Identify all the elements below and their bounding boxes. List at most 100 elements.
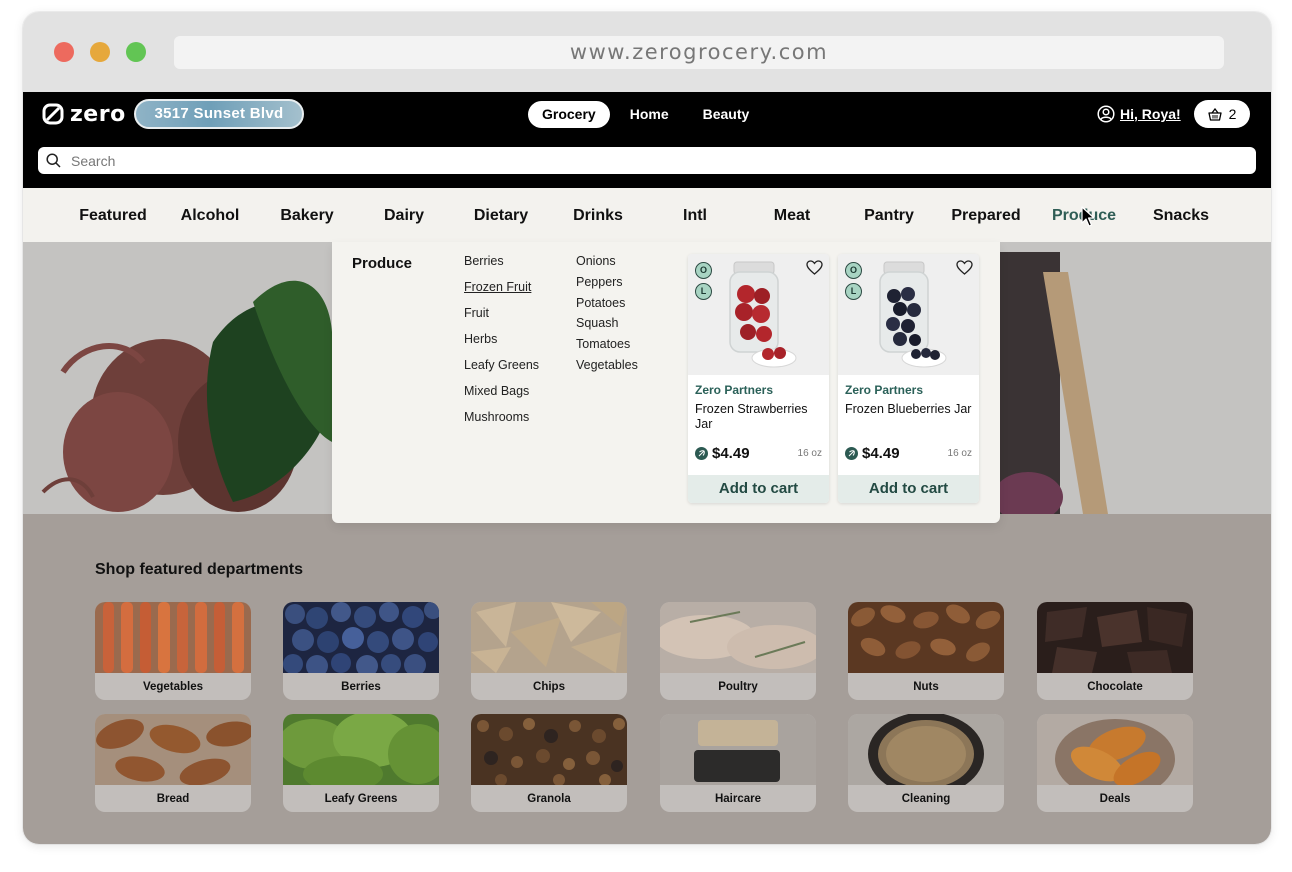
tab-grocery[interactable]: Grocery <box>528 101 610 128</box>
product-name[interactable]: Frozen Blueberries Jar <box>845 402 973 417</box>
delivery-address-button[interactable]: 3517 Sunset Blvd <box>134 99 304 129</box>
department-label: Vegetables <box>142 681 204 693</box>
tab-beauty[interactable]: Beauty <box>689 101 764 128</box>
product-price: $4.49 <box>712 445 750 462</box>
subcategory-tomatoes[interactable]: Tomatoes <box>576 337 638 358</box>
cart-count: 2 <box>1228 106 1237 122</box>
heart-icon[interactable] <box>806 260 823 275</box>
user-icon <box>1097 105 1115 123</box>
subcategory-frozen-fruit[interactable]: Frozen Fruit <box>464 280 539 306</box>
close-window-button[interactable] <box>54 42 74 62</box>
poultry-image <box>660 602 816 673</box>
haircare-image <box>660 714 816 785</box>
nav-meat[interactable]: Meat <box>774 188 810 242</box>
featured-departments-section: Shop featured departments Vegetables Ber… <box>23 514 1271 844</box>
department-card-nuts[interactable]: Nuts <box>848 602 1004 700</box>
subcategory-squash[interactable]: Squash <box>576 316 638 337</box>
search-input[interactable] <box>71 152 1221 169</box>
department-card-chips[interactable]: Chips <box>471 602 627 700</box>
product-card[interactable]: O L Zero Partners Frozen Blueberries Jar… <box>838 254 979 503</box>
deals-image <box>1037 714 1193 785</box>
organic-badge: O <box>845 262 862 279</box>
nav-featured[interactable]: Featured <box>79 188 147 242</box>
subcategory-vegetables[interactable]: Vegetables <box>576 358 638 379</box>
nav-drinks[interactable]: Drinks <box>573 188 623 242</box>
tab-home[interactable]: Home <box>616 101 683 128</box>
granola-image <box>471 714 627 785</box>
product-card[interactable]: O L Zero Partners Frozen Strawberries Ja… <box>688 254 829 503</box>
subcategory-column-2: Onions Peppers Potatoes Squash Tomatoes … <box>576 254 638 379</box>
department-label: Berries <box>341 681 381 693</box>
nuts-image <box>848 602 1004 673</box>
department-card-vegetables[interactable]: Vegetables <box>95 602 251 700</box>
department-card-poultry[interactable]: Poultry <box>660 602 816 700</box>
produce-mega-menu: Produce Berries Frozen Fruit Fruit Herbs… <box>332 242 1000 523</box>
subcategory-herbs[interactable]: Herbs <box>464 332 539 358</box>
cart-button[interactable]: 2 <box>1194 100 1250 128</box>
zero-logo-icon <box>42 103 64 125</box>
department-label: Deals <box>1099 793 1131 805</box>
nav-alcohol[interactable]: Alcohol <box>181 188 240 242</box>
subcategory-onions[interactable]: Onions <box>576 254 638 275</box>
search-icon <box>46 153 61 168</box>
heart-icon[interactable] <box>956 260 973 275</box>
zero-logo[interactable]: zero <box>42 101 126 127</box>
product-brand: Zero Partners <box>845 383 924 397</box>
nav-dairy[interactable]: Dairy <box>384 188 424 242</box>
account-link[interactable]: Hi, Roya! <box>1097 105 1181 123</box>
subcategory-peppers[interactable]: Peppers <box>576 275 638 296</box>
department-card-bread[interactable]: Bread <box>95 714 251 812</box>
department-label: Haircare <box>714 793 762 805</box>
department-label: Leafy Greens <box>324 793 398 805</box>
subcategory-column-1: Berries Frozen Fruit Fruit Herbs Leafy G… <box>464 254 539 436</box>
department-card-chocolate[interactable]: Chocolate <box>1037 602 1193 700</box>
department-card-berries[interactable]: Berries <box>283 602 439 700</box>
mouse-pointer-icon <box>1081 206 1095 227</box>
subcategory-mushrooms[interactable]: Mushrooms <box>464 410 539 436</box>
subcategory-leafy-greens[interactable]: Leafy Greens <box>464 358 539 384</box>
nav-snacks[interactable]: Snacks <box>1153 188 1209 242</box>
vegetables-image <box>95 602 251 673</box>
zero-leaf-icon <box>695 447 708 460</box>
product-name[interactable]: Frozen Strawberries Jar <box>695 402 823 432</box>
logo-text: zero <box>70 101 126 127</box>
department-card-deals[interactable]: Deals <box>1037 714 1193 812</box>
nav-pantry[interactable]: Pantry <box>864 188 914 242</box>
chips-image <box>471 602 627 673</box>
nav-prepared[interactable]: Prepared <box>951 188 1020 242</box>
product-brand: Zero Partners <box>695 383 774 397</box>
subcategory-potatoes[interactable]: Potatoes <box>576 296 638 317</box>
section-title: Shop featured departments <box>95 561 304 578</box>
berries-image <box>283 602 439 673</box>
nav-intl[interactable]: Intl <box>683 188 707 242</box>
department-card-cleaning[interactable]: Cleaning <box>848 714 1004 812</box>
local-badge: L <box>845 283 862 300</box>
product-size: 16 oz <box>947 448 972 459</box>
local-badge: L <box>695 283 712 300</box>
add-to-cart-button[interactable]: Add to cart <box>688 475 829 503</box>
leafy-greens-image <box>283 714 439 785</box>
nav-bakery[interactable]: Bakery <box>280 188 333 242</box>
bread-image <box>95 714 251 785</box>
maximize-window-button[interactable] <box>126 42 146 62</box>
subcategory-fruit[interactable]: Fruit <box>464 306 539 332</box>
nav-dietary[interactable]: Dietary <box>474 188 528 242</box>
chocolate-image <box>1037 602 1193 673</box>
subcategory-mixed-bags[interactable]: Mixed Bags <box>464 384 539 410</box>
department-label: Chocolate <box>1087 681 1143 693</box>
basket-icon <box>1207 107 1222 121</box>
add-to-cart-button[interactable]: Add to cart <box>838 475 979 503</box>
price-row: $4.49 16 oz <box>845 445 972 462</box>
browser-chrome: www.zerogrocery.com <box>23 12 1271 92</box>
zero-leaf-icon <box>845 447 858 460</box>
search-bar <box>38 147 1256 174</box>
subcategory-berries[interactable]: Berries <box>464 254 539 280</box>
minimize-window-button[interactable] <box>90 42 110 62</box>
product-price: $4.49 <box>862 445 900 462</box>
address-bar[interactable]: www.zerogrocery.com <box>174 36 1224 69</box>
department-card-haircare[interactable]: Haircare <box>660 714 816 812</box>
department-label: Cleaning <box>901 793 951 805</box>
department-card-granola[interactable]: Granola <box>471 714 627 812</box>
greeting-text: Hi, Roya! <box>1120 106 1181 122</box>
department-card-leafy-greens[interactable]: Leafy Greens <box>283 714 439 812</box>
